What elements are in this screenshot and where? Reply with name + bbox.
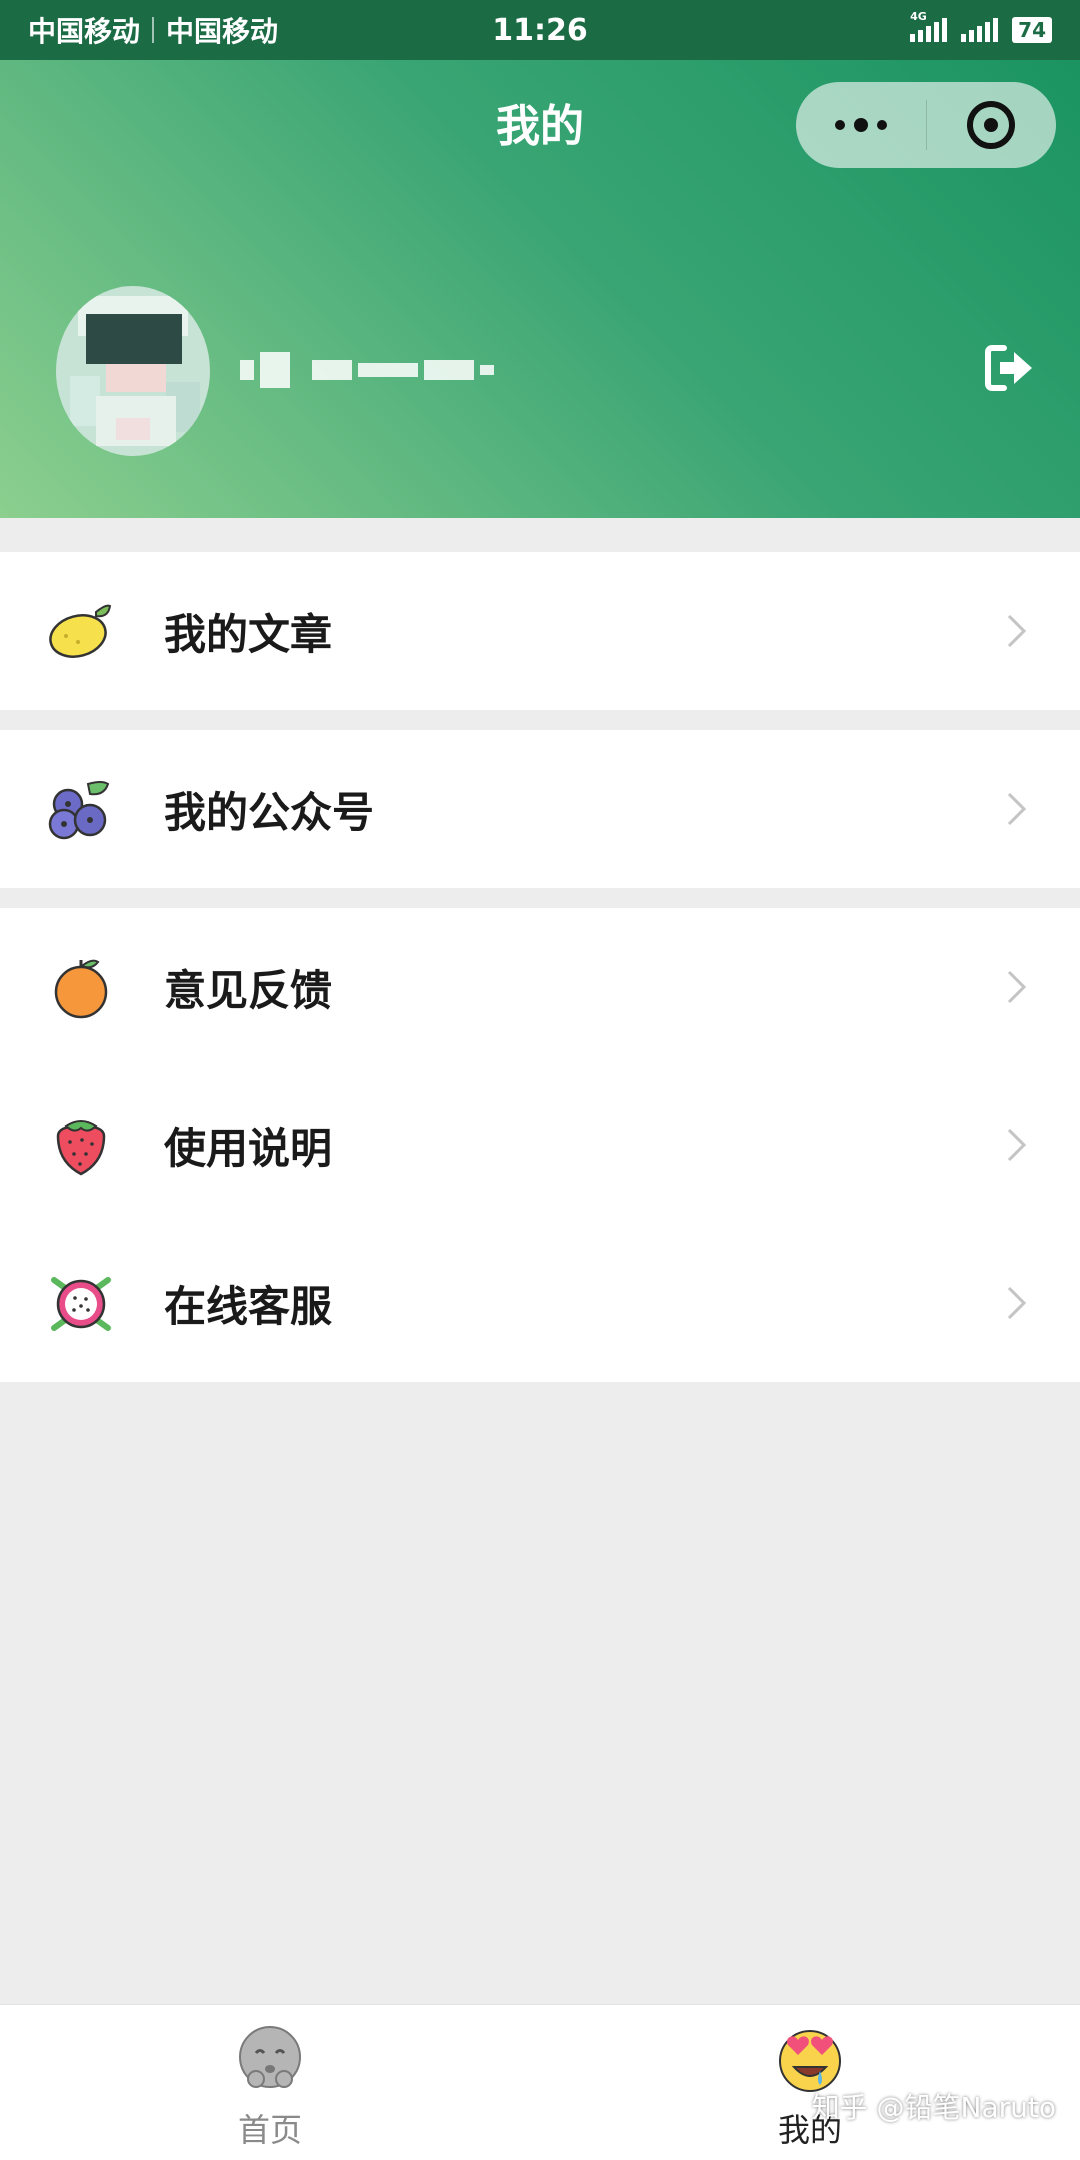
chevron-right-icon [1007, 1286, 1027, 1320]
status-bar: 中国移动 中国移动 11:26 4G 74 [0, 0, 1080, 60]
close-button[interactable] [927, 82, 1057, 168]
tab-bar: 首页 我的 [0, 2004, 1080, 2160]
heart-eyes-face-icon [779, 2030, 841, 2092]
menu-group-1: 我的文章 [0, 552, 1080, 710]
menu-group-2: 我的公众号 [0, 730, 1080, 888]
status-indicators: 4G 74 [910, 10, 1052, 43]
network-tag: 4G [910, 10, 927, 23]
chevron-right-icon [1007, 970, 1027, 1004]
menu-group-3: 意见反馈 使用说明 在线客服 [0, 908, 1080, 1382]
tab-home[interactable]: 首页 [170, 2023, 370, 2153]
carrier-info: 中国移动 中国移动 [28, 10, 278, 50]
target-icon [967, 101, 1016, 149]
orange-icon [54, 959, 108, 1019]
chevron-right-icon [1007, 614, 1027, 648]
menu-item-label: 意见反馈 [164, 965, 333, 1015]
logout-button[interactable] [984, 342, 1036, 394]
menu-item-label: 我的公众号 [164, 787, 375, 837]
menu-item-label: 我的文章 [164, 609, 333, 659]
menu-item-instructions[interactable]: 使用说明 [0, 1066, 1080, 1224]
avatar[interactable] [56, 286, 210, 456]
chevron-right-icon [1007, 792, 1027, 826]
signal-2-icon [961, 18, 999, 42]
lemon-icon [49, 604, 112, 658]
menu-item-online-service[interactable]: 在线客服 [0, 1224, 1080, 1382]
username-blurred [240, 340, 500, 400]
menu-item-label: 在线客服 [164, 1281, 333, 1331]
strawberry-icon [56, 1120, 106, 1176]
grey-face-icon [239, 2026, 301, 2088]
more-button[interactable] [796, 82, 926, 168]
signal-1-icon: 4G [910, 10, 948, 42]
menu-item-my-official-account[interactable]: 我的公众号 [0, 730, 1080, 888]
miniprogram-capsule [796, 82, 1056, 168]
blueberry-icon [48, 781, 110, 840]
tab-label: 首页 [237, 2111, 302, 2149]
menu-item-label: 使用说明 [164, 1123, 333, 1173]
more-icon [834, 118, 887, 132]
watermark: 知乎 @铅笔Naruto [811, 2091, 1056, 2124]
menu-item-my-articles[interactable]: 我的文章 [0, 552, 1080, 710]
carrier-2: 中国移动 [166, 15, 279, 48]
carrier-1: 中国移动 [28, 15, 141, 48]
profile-header: 我的 [0, 60, 1080, 518]
battery-indicator: 74 [1012, 17, 1052, 43]
chevron-right-icon [1007, 1128, 1027, 1162]
menu-item-feedback[interactable]: 意见反馈 [0, 908, 1080, 1066]
logout-icon [985, 345, 1032, 391]
carrier-separator [152, 17, 155, 43]
dragonfruit-icon [51, 1277, 111, 1331]
